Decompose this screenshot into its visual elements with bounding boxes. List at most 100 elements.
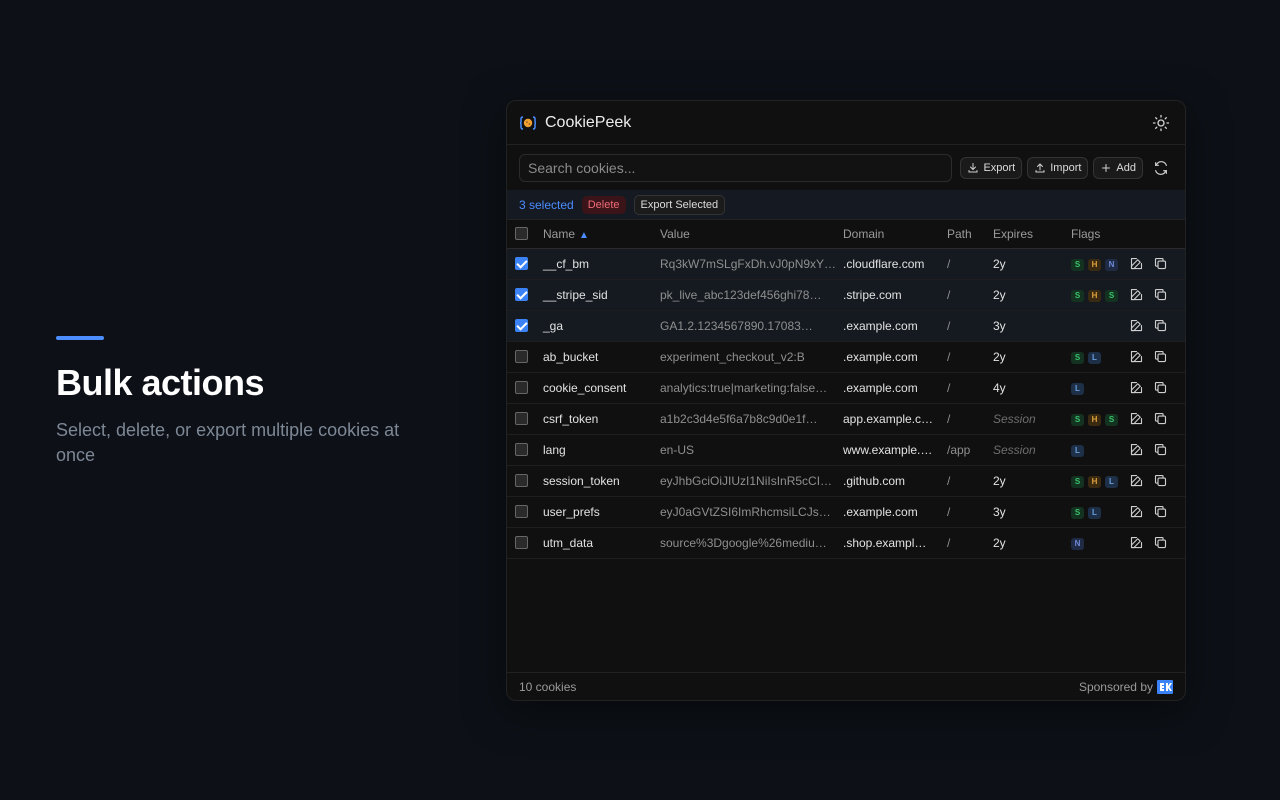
copy-icon[interactable]: [1153, 287, 1169, 303]
cookie-path: /: [947, 504, 951, 519]
column-header-name[interactable]: Name ▲: [537, 220, 654, 248]
import-button[interactable]: Import: [1027, 156, 1089, 179]
row-checkbox[interactable]: [515, 474, 528, 487]
cookie-domain: .shop.exampl…: [843, 535, 927, 550]
cookie-expires: 3y: [993, 318, 1006, 333]
flag-badge: L: [1088, 352, 1101, 364]
cookie-flags: L: [1065, 372, 1129, 403]
row-checkbox[interactable]: [515, 443, 528, 456]
cookie-domain: .cloudflare.com: [843, 256, 925, 271]
row-checkbox[interactable]: [515, 350, 528, 363]
cookie-flags: SHS: [1065, 279, 1129, 310]
promo-section: Bulk actions Select, delete, or export m…: [56, 336, 436, 468]
flag-badge: S: [1071, 476, 1084, 488]
cookie-expires: 2y: [993, 256, 1006, 271]
copy-icon[interactable]: [1153, 380, 1169, 396]
flag-badge: N: [1071, 538, 1084, 550]
table-row[interactable]: utm_data source%3Dgoogle%26mediu… .shop.ex…: [507, 527, 1185, 558]
edit-icon[interactable]: [1129, 411, 1145, 427]
cookie-value: eyJhbGciOiJIUzI1NiIsInR5cCI…: [660, 473, 833, 488]
table-row[interactable]: session_token eyJhbGciOiJIUzI1NiIsInR5cCI…: [507, 465, 1185, 496]
cookie-count: 10 cookies: [519, 679, 577, 694]
cookie-value: a1b2c3d4e5f6a7b8c9d0e1f…: [660, 411, 818, 426]
edit-icon[interactable]: [1129, 256, 1145, 272]
cookie-flags: L: [1065, 434, 1129, 465]
column-header-value[interactable]: Value: [654, 220, 837, 248]
edit-icon[interactable]: [1129, 380, 1145, 396]
add-label: Add: [1116, 161, 1136, 174]
row-checkbox[interactable]: [515, 412, 528, 425]
extension-panel: CookiePeek Export Import Add: [506, 100, 1186, 701]
flag-badge: S: [1071, 414, 1084, 426]
table-row[interactable]: __cf_bm Rq3kW7mSLgFxDh.vJ0pN9xY… .cloudfla…: [507, 248, 1185, 279]
cookie-path: /: [947, 411, 951, 426]
export-selected-button[interactable]: Export Selected: [633, 194, 726, 215]
copy-icon[interactable]: [1153, 318, 1169, 334]
row-checkbox[interactable]: [515, 536, 528, 549]
copy-icon[interactable]: [1153, 442, 1169, 458]
add-button[interactable]: Add: [1093, 156, 1143, 179]
cookie-value: Rq3kW7mSLgFxDh.vJ0pN9xY…: [660, 256, 837, 271]
edit-icon[interactable]: [1129, 442, 1145, 458]
table-row[interactable]: __stripe_sid pk_live_abc123def456ghi78… .s…: [507, 279, 1185, 310]
cookie-value: pk_live_abc123def456ghi78…: [660, 287, 822, 302]
flag-badge: S: [1071, 507, 1084, 519]
cookie-flags: SL: [1065, 341, 1129, 372]
row-checkbox[interactable]: [515, 381, 528, 394]
table-row[interactable]: csrf_token a1b2c3d4e5f6a7b8c9d0e1f… app.ex…: [507, 403, 1185, 434]
table-row[interactable]: _ga GA1.2.1234567890.17083… .example.com / 3…: [507, 310, 1185, 341]
table-row[interactable]: ab_bucket experiment_checkout_v2:B .exampl…: [507, 341, 1185, 372]
cookie-path: /: [947, 318, 951, 333]
cookie-flags: SHS: [1065, 403, 1129, 434]
table-row[interactable]: lang en-US www.example.… /app Session L: [507, 434, 1185, 465]
row-checkbox[interactable]: [515, 505, 528, 518]
column-header-domain[interactable]: Domain: [837, 220, 941, 248]
cookie-expires: Session: [993, 411, 1036, 426]
edit-icon[interactable]: [1129, 473, 1145, 489]
cookie-name: __cf_bm: [543, 256, 590, 271]
search-input[interactable]: [519, 153, 953, 182]
cookie-logo-icon: [519, 114, 537, 132]
copy-icon[interactable]: [1153, 349, 1169, 365]
edit-icon[interactable]: [1129, 535, 1145, 551]
flag-badge: S: [1105, 414, 1118, 426]
table-row[interactable]: user_prefs eyJ0aGVtZSI6ImRhcmsiLCJs… .exam…: [507, 496, 1185, 527]
edit-icon[interactable]: [1129, 504, 1145, 520]
delete-selected-button[interactable]: Delete: [581, 195, 626, 214]
flag-badge: S: [1071, 290, 1084, 302]
edit-icon[interactable]: [1129, 349, 1145, 365]
copy-icon[interactable]: [1153, 535, 1169, 551]
edit-icon[interactable]: [1129, 318, 1145, 334]
cookie-expires: 2y: [993, 535, 1006, 550]
sponsor-logo-icon[interactable]: [1157, 679, 1173, 694]
column-header-path[interactable]: Path: [941, 220, 987, 248]
theme-toggle-sun-icon[interactable]: [1149, 111, 1173, 135]
flag-badge: H: [1088, 259, 1101, 271]
cookie-name: utm_data: [543, 535, 594, 550]
table-row[interactable]: cookie_consent analytics:true|marketing:f…: [507, 372, 1185, 403]
column-header-flags[interactable]: Flags: [1065, 220, 1129, 248]
row-checkbox[interactable]: [515, 288, 528, 301]
cookie-domain: www.example.…: [843, 442, 933, 457]
copy-icon[interactable]: [1153, 411, 1169, 427]
copy-icon[interactable]: [1153, 473, 1169, 489]
export-button[interactable]: Export: [960, 156, 1023, 179]
copy-icon[interactable]: [1153, 256, 1169, 272]
edit-icon[interactable]: [1129, 287, 1145, 303]
column-header-expires[interactable]: Expires: [987, 220, 1065, 248]
flag-badge: L: [1088, 507, 1101, 519]
refresh-icon[interactable]: [1149, 156, 1173, 180]
panel-footer: 10 cookies Sponsored by: [507, 672, 1185, 700]
row-checkbox[interactable]: [515, 257, 528, 270]
cookie-domain: .stripe.com: [843, 287, 902, 302]
selected-count: 3 selected: [519, 197, 574, 212]
table-header-row: Name ▲ Value Domain Path Expires Flags: [507, 220, 1185, 248]
row-checkbox[interactable]: [515, 319, 528, 332]
cookie-name: _ga: [543, 318, 564, 333]
copy-icon[interactable]: [1153, 504, 1169, 520]
select-all-checkbox[interactable]: [515, 227, 528, 241]
cookie-value: source%3Dgoogle%26mediu…: [660, 535, 827, 550]
flag-badge: H: [1088, 290, 1101, 302]
cookie-flags: SHL: [1065, 465, 1129, 496]
cookie-name: user_prefs: [543, 504, 600, 519]
